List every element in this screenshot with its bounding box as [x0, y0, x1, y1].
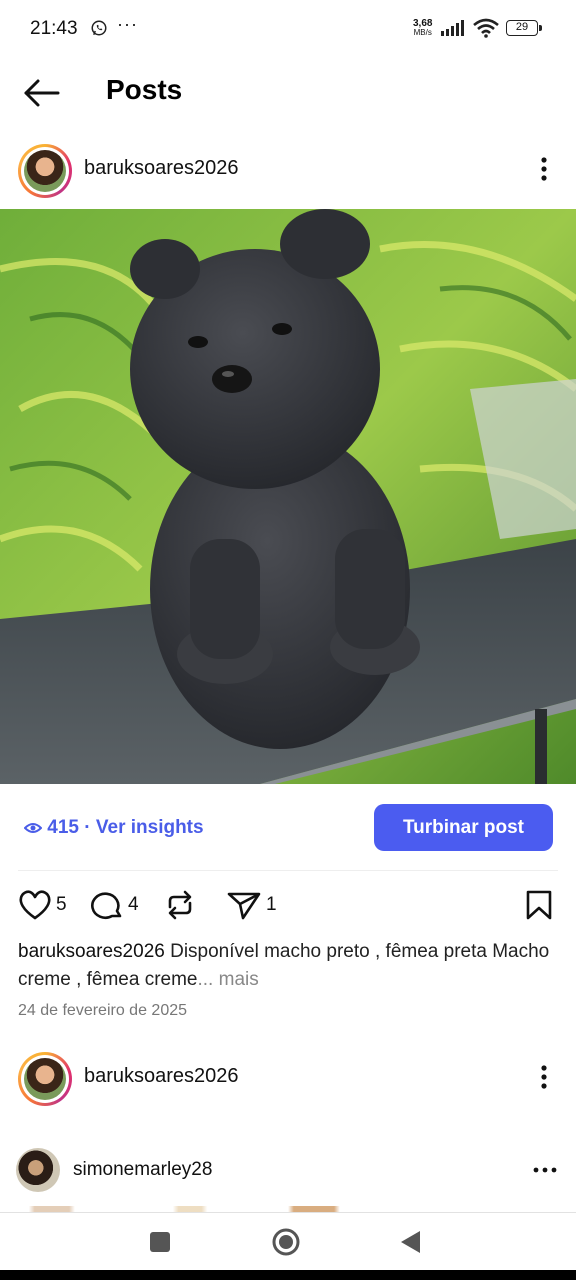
more-vertical-icon[interactable] — [534, 1062, 554, 1092]
recents-square-icon[interactable] — [145, 1227, 175, 1257]
post-caption: baruksoares2026 Disponível macho preto ,… — [18, 938, 558, 994]
comments-count: 4 — [128, 894, 139, 915]
shares-count: 1 — [266, 894, 277, 915]
puppy-photo — [0, 209, 576, 784]
post-header: baruksoares2026 — [0, 140, 576, 200]
post-date: 24 de fevereiro de 2025 — [18, 1002, 188, 1019]
wifi-icon — [473, 18, 499, 38]
send-icon — [227, 892, 261, 920]
comment-button[interactable]: 4 — [90, 888, 139, 922]
share-button[interactable]: 1 — [226, 888, 277, 922]
repost-icon — [168, 890, 192, 920]
status-bar: 21:43 ··· 3,68 MB/s 29 — [0, 0, 576, 60]
next-post-username[interactable]: baruksoares2026 — [84, 1065, 239, 1088]
system-nav-bar — [0, 1212, 576, 1270]
battery-icon: 29 — [506, 20, 542, 36]
eye-icon — [23, 822, 43, 833]
insights-row: 415 · Ver insights Turbinar post — [0, 800, 576, 858]
comment-icon — [91, 892, 122, 919]
caption-more-link[interactable]: ... mais — [198, 969, 259, 990]
back-triangle-icon[interactable] — [396, 1227, 426, 1257]
repost-button[interactable] — [163, 888, 197, 922]
suggested-username[interactable]: simonemarley28 — [73, 1159, 212, 1181]
page-title: Posts — [106, 74, 183, 105]
avatar[interactable] — [16, 1148, 60, 1192]
views-count: 415 — [47, 817, 79, 838]
caption-username[interactable]: baruksoares2026 — [18, 941, 165, 962]
back-arrow-icon[interactable] — [22, 76, 62, 110]
insights-label: · Ver insights — [84, 817, 204, 838]
like-button[interactable]: 5 — [18, 888, 67, 922]
post-actions: 5 4 1 — [0, 884, 576, 928]
heart-icon — [19, 890, 51, 920]
signal-icon — [441, 20, 464, 36]
whatsapp-icon — [91, 20, 107, 36]
suggested-post-header: simonemarley28 — [0, 1148, 576, 1194]
post-username[interactable]: baruksoares2026 — [84, 157, 239, 180]
avatar[interactable] — [18, 1052, 72, 1106]
avatar[interactable] — [18, 144, 72, 198]
divider — [18, 870, 558, 871]
next-post-header: baruksoares2026 — [0, 1048, 576, 1108]
save-button[interactable] — [524, 888, 554, 922]
status-time: 21:43 — [30, 18, 78, 39]
home-circle-icon[interactable] — [271, 1227, 301, 1257]
bottom-edge — [0, 1270, 576, 1280]
bookmark-icon — [526, 890, 552, 920]
status-more-dots: ··· — [117, 14, 138, 34]
post-image[interactable] — [0, 209, 576, 784]
network-speed: 3,68 MB/s — [413, 18, 433, 38]
top-bar: Posts — [0, 60, 576, 126]
more-horizontal-icon[interactable] — [532, 1158, 558, 1182]
likes-count: 5 — [56, 894, 67, 915]
boost-post-button[interactable]: Turbinar post — [374, 804, 553, 851]
view-insights-link[interactable]: 415 · Ver insights — [23, 817, 204, 839]
more-vertical-icon[interactable] — [534, 154, 554, 184]
